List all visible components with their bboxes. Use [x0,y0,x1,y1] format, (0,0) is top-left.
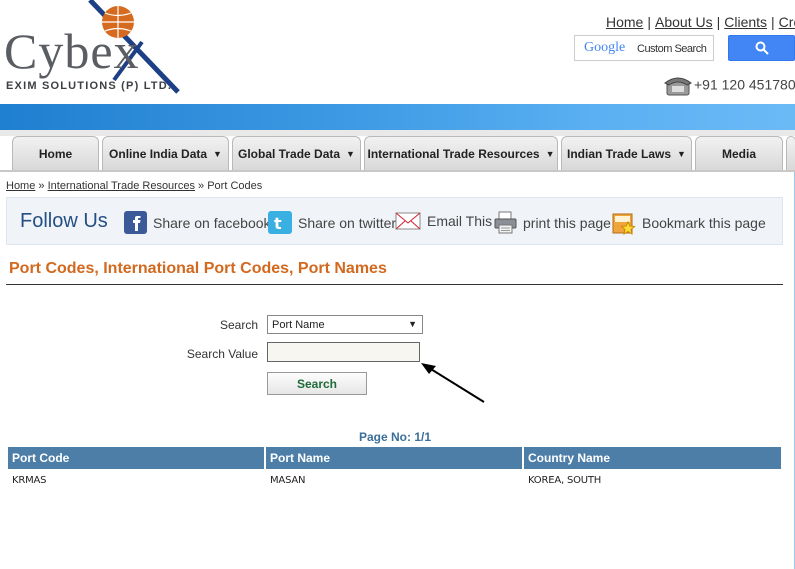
results-table: Port Code Port Name Country Name KRMAS M… [8,447,781,491]
column-header-country-name[interactable]: Country Name [524,447,781,469]
page: Cybex EXIM SOLUTIONS (P) LTD. Home | About… [0,0,795,569]
caret-down-icon: ▼ [677,148,686,159]
phone-number: +91 120 4517800 [694,76,795,93]
nav-international-trade-resources[interactable]: International Trade Resources ▼ [364,136,558,170]
share-facebook[interactable]: Share on facebook [124,211,271,234]
search-by-select[interactable]: Port Name ▼ [267,315,423,334]
caret-down-icon: ▼ [213,148,222,159]
custom-search-input[interactable]: Google Custom Search [574,35,714,61]
nav-media[interactable]: Media [695,136,783,170]
caret-down-icon: ▼ [545,148,555,159]
cell-port-code: KRMAS [12,475,47,486]
top-links: Home|About Us|Clients|Cred [606,14,795,30]
search-icon [755,41,769,55]
email-icon [395,212,421,230]
bookmark-icon [612,213,636,235]
follow-us-bar: Follow Us Share on facebook t Share on t… [6,197,783,245]
search-value-label: Search Value [186,347,258,361]
google-brand: Google [584,40,626,55]
pointer-arrow-icon [421,363,485,403]
breadcrumb-separator: » [198,180,205,192]
table-header: Port Code Port Name Country Name [8,447,781,469]
top-link-cred[interactable]: Cred [779,14,795,30]
custom-search-button[interactable] [728,35,795,61]
page-title: Port Codes, International Port Codes, Po… [9,260,387,277]
column-header-port-name[interactable]: Port Name [266,447,524,469]
nav-online-india-data[interactable]: Online India Data ▼ [102,136,229,170]
search-by-value: Port Name [272,319,325,331]
top-link-home[interactable]: Home [606,14,643,30]
breadcrumb-section[interactable]: International Trade Resources [48,180,195,192]
logo-tagline: EXIM SOLUTIONS (P) LTD. [6,80,173,92]
twitter-icon: t [268,211,292,234]
print-page[interactable]: print this page [494,211,611,234]
search-by-label: Search [219,318,258,332]
phone-contact: +91 120 4517800 [664,76,795,96]
nav-indian-trade-laws[interactable]: Indian Trade Laws ▼ [561,136,692,170]
share-twitter[interactable]: t Share on twitter [268,211,396,234]
search-button[interactable]: Search [267,372,367,395]
svg-text:t: t [274,214,282,233]
custom-search-placeholder: Custom Search [637,43,707,55]
header-band [0,104,795,130]
top-link-clients[interactable]: Clients [724,14,767,30]
heading-divider [6,284,783,285]
table-row: KRMAS MASAN KOREA, SOUTH [8,469,781,491]
breadcrumb: Home » International Trade Resources » P… [6,180,262,192]
dropdown-arrow-icon: ▼ [408,319,417,329]
main-content: Home » International Trade Resources » P… [0,172,795,569]
telephone-icon [664,77,692,96]
bookmark-page[interactable]: Bookmark this page [612,211,766,235]
share-email[interactable]: Email This [395,211,492,231]
breadcrumb-separator: » [38,180,45,192]
cell-port-name: MASAN [270,475,306,486]
nav-global-trade-data[interactable]: Global Trade Data ▼ [232,136,361,170]
breadcrumb-current: Port Codes [207,180,263,192]
page-number: Page No: 1/1 [358,430,432,444]
main-nav: Home Online India Data ▼ Global Trade Dat… [12,136,795,170]
nav-more[interactable] [786,136,795,170]
top-link-about[interactable]: About Us [655,14,713,30]
logo-wordmark: Cybex [4,23,140,79]
breadcrumb-home[interactable]: Home [6,180,35,192]
facebook-icon [124,211,147,234]
column-header-port-code[interactable]: Port Code [8,447,266,469]
search-value-input[interactable] [267,342,420,362]
cell-country-name: KOREA, SOUTH [528,475,602,486]
printer-icon [494,211,517,234]
cybex-logo[interactable]: Cybex EXIM SOLUTIONS (P) LTD. [2,0,182,96]
caret-down-icon: ▼ [346,148,355,159]
nav-home[interactable]: Home [12,136,99,170]
follow-us-title: Follow Us [20,210,108,232]
